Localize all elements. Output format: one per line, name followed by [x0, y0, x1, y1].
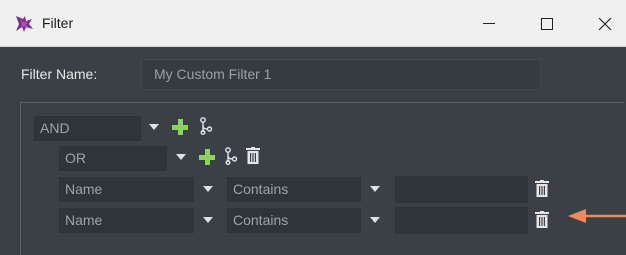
sub-operator-select[interactable]: OR	[59, 146, 167, 171]
chevron-down-icon[interactable]	[370, 217, 380, 223]
window-title: Filter	[42, 15, 74, 31]
chevron-down-icon[interactable]	[176, 154, 186, 160]
filter-name-row: Filter Name: My Custom Filter 1	[0, 56, 626, 92]
title-bar: Filter	[0, 0, 626, 47]
maximize-icon	[541, 17, 553, 30]
condition-field-select[interactable]: Name	[59, 208, 194, 233]
minimize-button[interactable]	[466, 0, 512, 47]
chevron-down-icon[interactable]	[149, 124, 159, 130]
chevron-down-icon[interactable]	[203, 217, 213, 223]
maximize-button[interactable]	[524, 0, 570, 47]
close-button[interactable]	[582, 0, 626, 47]
annotation-arrow-icon	[568, 209, 626, 223]
branch-icon[interactable]	[224, 147, 238, 165]
app-logo-icon	[16, 16, 33, 32]
filter-window: Filter Filter Name: My Custom Filter 1 A…	[0, 0, 626, 255]
plus-icon[interactable]	[172, 119, 188, 135]
filter-name-input[interactable]: My Custom Filter 1	[141, 59, 541, 90]
trash-icon[interactable]	[535, 180, 549, 197]
minimize-icon	[483, 23, 495, 24]
trash-icon[interactable]	[246, 147, 260, 164]
condition-operator-select[interactable]: Contains	[227, 208, 361, 233]
condition-value-input[interactable]	[395, 207, 528, 234]
plus-icon[interactable]	[199, 149, 215, 165]
filter-name-label: Filter Name:	[21, 66, 98, 82]
chevron-down-icon[interactable]	[370, 186, 380, 192]
branch-icon[interactable]	[199, 117, 213, 135]
root-operator-select[interactable]: AND	[34, 116, 141, 141]
condition-operator-select[interactable]: Contains	[227, 177, 361, 202]
trash-icon[interactable]	[535, 211, 549, 228]
condition-field-select[interactable]: Name	[59, 177, 194, 202]
chevron-down-icon[interactable]	[203, 186, 213, 192]
condition-value-input[interactable]	[395, 176, 528, 203]
close-icon	[598, 17, 612, 30]
